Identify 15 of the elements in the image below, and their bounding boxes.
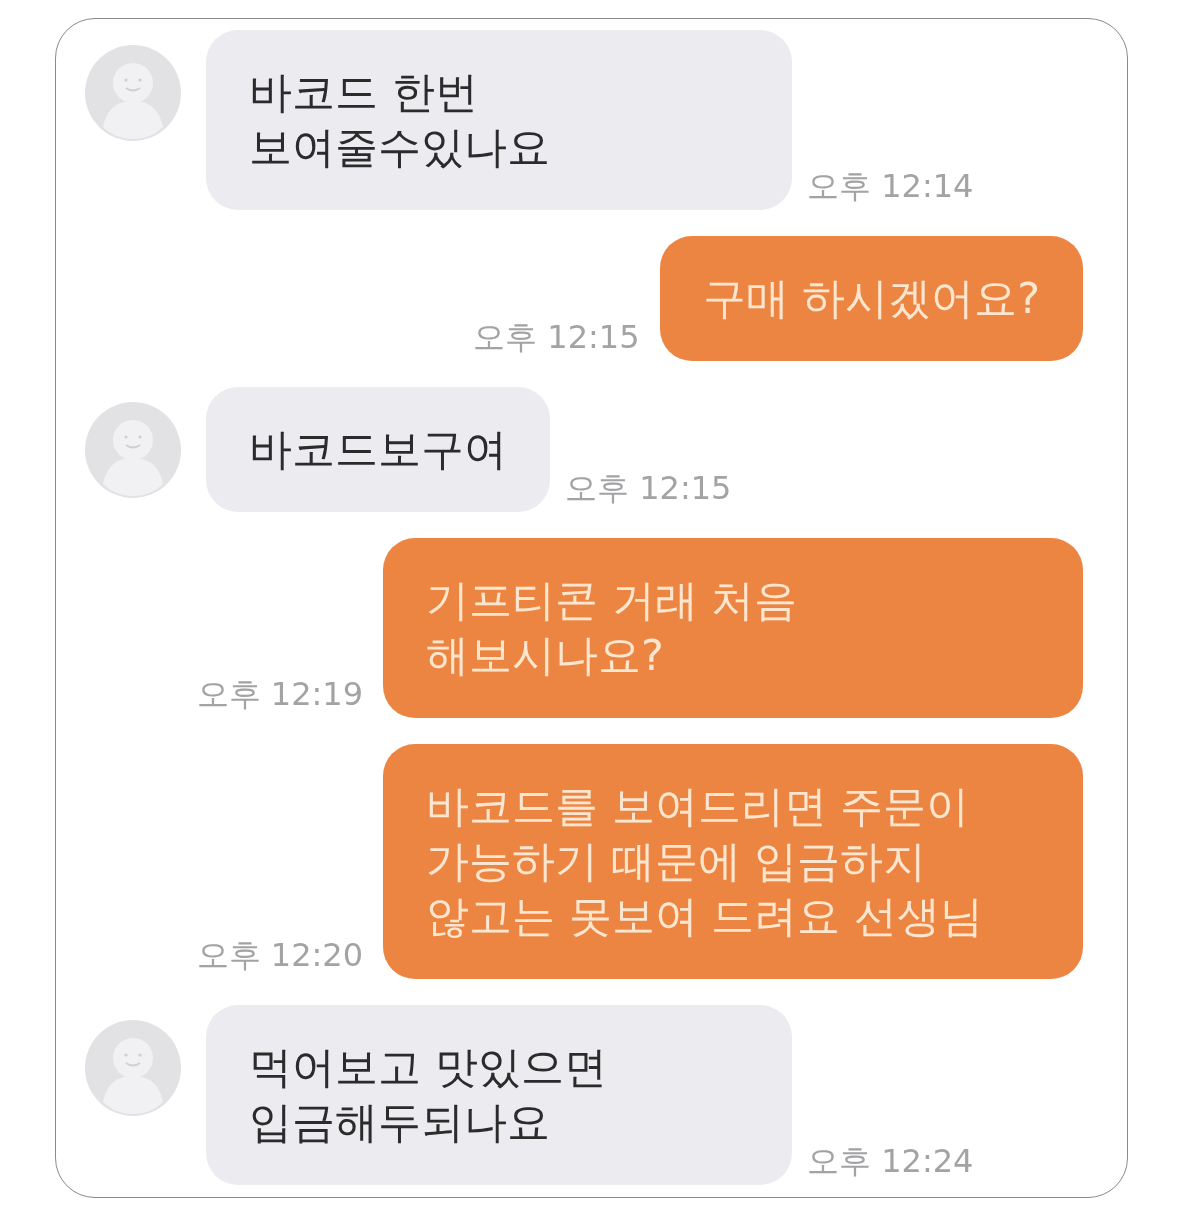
timestamp: 오후 12:15 — [473, 317, 640, 357]
avatar-icon — [85, 402, 181, 498]
timestamp: 오후 12:20 — [196, 935, 363, 975]
timestamp: 오후 12:14 — [807, 166, 974, 206]
timestamp: 오후 12:19 — [196, 674, 363, 714]
timestamp: 오후 12:15 — [565, 468, 732, 508]
message-bubble: 바코드 한번 보여줄수있나요 — [206, 30, 792, 210]
message-bubble: 바코드보구여 — [206, 387, 550, 512]
message-bubble: 바코드를 보여드리면 주문이 가능하기 때문에 입금하지 않고는 못보여 드려요 선생님 — [383, 744, 1083, 979]
avatar-icon — [85, 1020, 181, 1116]
timestamp: 오후 12:24 — [807, 1141, 974, 1181]
avatar-icon — [85, 45, 181, 141]
message-bubble: 구매 하시겠어요? — [659, 236, 1083, 361]
message-bubble: 기프티콘 거래 처음 해보시나요? — [383, 538, 1083, 718]
message-bubble: 먹어보고 맛있으면 입금해두되나요 — [206, 1005, 792, 1185]
